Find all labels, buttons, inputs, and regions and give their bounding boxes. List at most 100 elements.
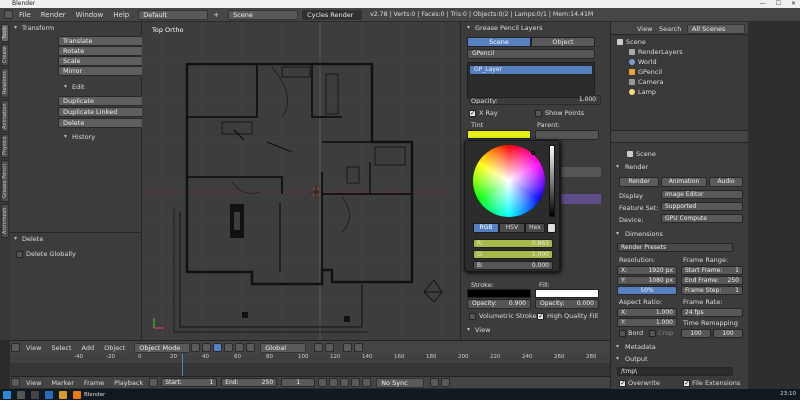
outliner-scene[interactable]: Scene: [617, 38, 646, 46]
record-icon[interactable]: [430, 378, 440, 387]
outliner-scope-selector[interactable]: All Scenes: [687, 24, 745, 34]
resolution-y-field[interactable]: Y: 1080 px: [617, 276, 677, 285]
mode-selector[interactable]: Object Mode: [134, 342, 191, 353]
b-field[interactable]: B: 0.000: [473, 261, 553, 270]
parent-field[interactable]: [535, 130, 599, 140]
timeline-menu-frame[interactable]: Frame: [79, 379, 109, 387]
tab-animation[interactable]: Animation: [1, 100, 9, 132]
fill-color-swatch[interactable]: [535, 289, 599, 298]
gp-layer-item[interactable]: GP_Layer: [469, 65, 593, 75]
render-presets-selector[interactable]: Render Presets: [617, 243, 733, 252]
gp-view-header[interactable]: View: [465, 325, 608, 335]
feature-set-selector[interactable]: Supported: [661, 202, 743, 211]
transform-panel-header[interactable]: Transform: [12, 23, 139, 33]
tab-physics[interactable]: Physics: [1, 134, 9, 158]
3d-viewport[interactable]: [142, 22, 460, 340]
delete-button[interactable]: Delete: [58, 118, 150, 128]
browser-icon[interactable]: [45, 390, 53, 399]
outliner-view-menu[interactable]: View: [637, 25, 652, 33]
volumetric-checkbox[interactable]: [469, 313, 476, 320]
editor-type-icon[interactable]: [4, 10, 13, 19]
hq-fill-checkbox[interactable]: [537, 312, 544, 320]
tint-color-swatch[interactable]: [467, 130, 531, 139]
play-icon[interactable]: [340, 378, 350, 387]
tab-create[interactable]: Create: [1, 44, 9, 66]
gp-layers-header[interactable]: Grease Pencil Layers: [465, 23, 608, 33]
outliner-camera[interactable]: Camera: [629, 78, 664, 86]
metadata-panel-header[interactable]: Metadata: [615, 342, 744, 352]
delete-globally-checkbox[interactable]: [16, 251, 23, 258]
snap-icon[interactable]: [343, 343, 353, 352]
search-icon[interactable]: [17, 390, 25, 399]
viewport-menu-add[interactable]: Add: [77, 344, 100, 352]
close-button[interactable]: ✕: [791, 0, 796, 8]
current-frame-field[interactable]: 1: [281, 378, 316, 387]
border-checkbox[interactable]: [619, 330, 626, 337]
color-wheel[interactable]: [473, 145, 545, 217]
current-frame-marker[interactable]: [182, 354, 183, 376]
sync-selector[interactable]: No Sync: [376, 377, 425, 388]
viewport-menu-view[interactable]: View: [21, 344, 46, 352]
file-extensions-checkbox[interactable]: [683, 379, 690, 387]
blender-app-icon[interactable]: [73, 390, 81, 399]
timeline-start-field[interactable]: Start: 1: [161, 378, 218, 387]
timeline-menu-marker[interactable]: Marker: [46, 379, 78, 387]
delete-operator-header[interactable]: Delete: [12, 234, 139, 244]
outliner-search-menu[interactable]: Search: [659, 25, 681, 33]
show-points-checkbox[interactable]: [535, 110, 542, 117]
timeline-end-field[interactable]: End: 250: [221, 378, 278, 387]
aspect-x-field[interactable]: X: 1.000: [617, 308, 677, 317]
timeline-menu-view[interactable]: View: [21, 379, 46, 387]
viewport-menu-object[interactable]: Object: [99, 344, 130, 352]
next-key-icon[interactable]: [351, 378, 361, 387]
render-button[interactable]: Render: [619, 177, 659, 187]
minimize-button[interactable]: —: [760, 0, 766, 8]
folder-icon[interactable]: [59, 390, 67, 399]
outliner-gpencil[interactable]: GPencil: [629, 68, 662, 76]
output-panel-header[interactable]: Output: [615, 354, 744, 364]
remap-old-field[interactable]: 100: [681, 329, 711, 338]
viewport-menu-select[interactable]: Select: [46, 344, 76, 352]
outliner-lamp[interactable]: Lamp: [629, 88, 656, 96]
shading-icon[interactable]: [191, 343, 201, 352]
layers-icon[interactable]: [314, 343, 324, 352]
edit-panel-header[interactable]: Edit: [62, 82, 139, 92]
jump-end-icon[interactable]: [362, 378, 372, 387]
scale-icon[interactable]: [246, 343, 256, 352]
end-frame-field[interactable]: End Frame: 250: [681, 276, 743, 285]
tab-tools[interactable]: Tools: [1, 24, 9, 42]
timeline-menu-playback[interactable]: Playback: [109, 379, 148, 387]
maximize-button[interactable]: ☐: [776, 0, 781, 8]
tab-grease-pencil[interactable]: Grease Pencil: [1, 160, 9, 202]
remap-new-field[interactable]: 100: [713, 329, 743, 338]
taskbar-app-label[interactable]: Blender: [84, 392, 105, 398]
dimensions-panel-header[interactable]: Dimensions: [615, 229, 744, 239]
audio-button[interactable]: Audio: [709, 177, 743, 187]
g-field[interactable]: G: 1.000: [473, 250, 553, 259]
editor-type-icon[interactable]: [11, 378, 20, 387]
fill-opacity-field[interactable]: Opacity: 0.000: [535, 299, 599, 309]
crop-checkbox[interactable]: [649, 330, 656, 337]
overwrite-checkbox[interactable]: [619, 379, 626, 387]
jump-start-icon[interactable]: [318, 378, 328, 387]
gpencil-datablock[interactable]: GPencil: [467, 49, 595, 59]
prev-key-icon[interactable]: [329, 378, 339, 387]
menu-window[interactable]: Window: [71, 11, 109, 19]
layers-icon-2[interactable]: [325, 343, 335, 352]
color-wheel-cursor[interactable]: [531, 151, 535, 155]
picker-tab-rgb[interactable]: RGB: [473, 223, 499, 233]
gp-opacity-field[interactable]: 1.000: [469, 95, 601, 105]
pivot-icon[interactable]: [202, 343, 212, 352]
gp-tab-object[interactable]: Object: [531, 37, 595, 47]
menu-render[interactable]: Render: [36, 11, 71, 19]
layout-selector[interactable]: Default: [138, 9, 209, 20]
gp-tab-scene[interactable]: Scene: [467, 37, 531, 47]
frame-step-field[interactable]: Frame Step: 1: [681, 286, 743, 295]
mirror-button[interactable]: Mirror: [58, 66, 150, 76]
editor-type-icon[interactable]: [11, 343, 20, 352]
scale-button[interactable]: Scale: [58, 56, 150, 66]
duplicate-button[interactable]: Duplicate: [58, 96, 150, 106]
translate-button[interactable]: Translate: [58, 36, 150, 46]
history-panel-header[interactable]: History: [62, 132, 139, 142]
tab-relations[interactable]: Relations: [1, 68, 9, 98]
